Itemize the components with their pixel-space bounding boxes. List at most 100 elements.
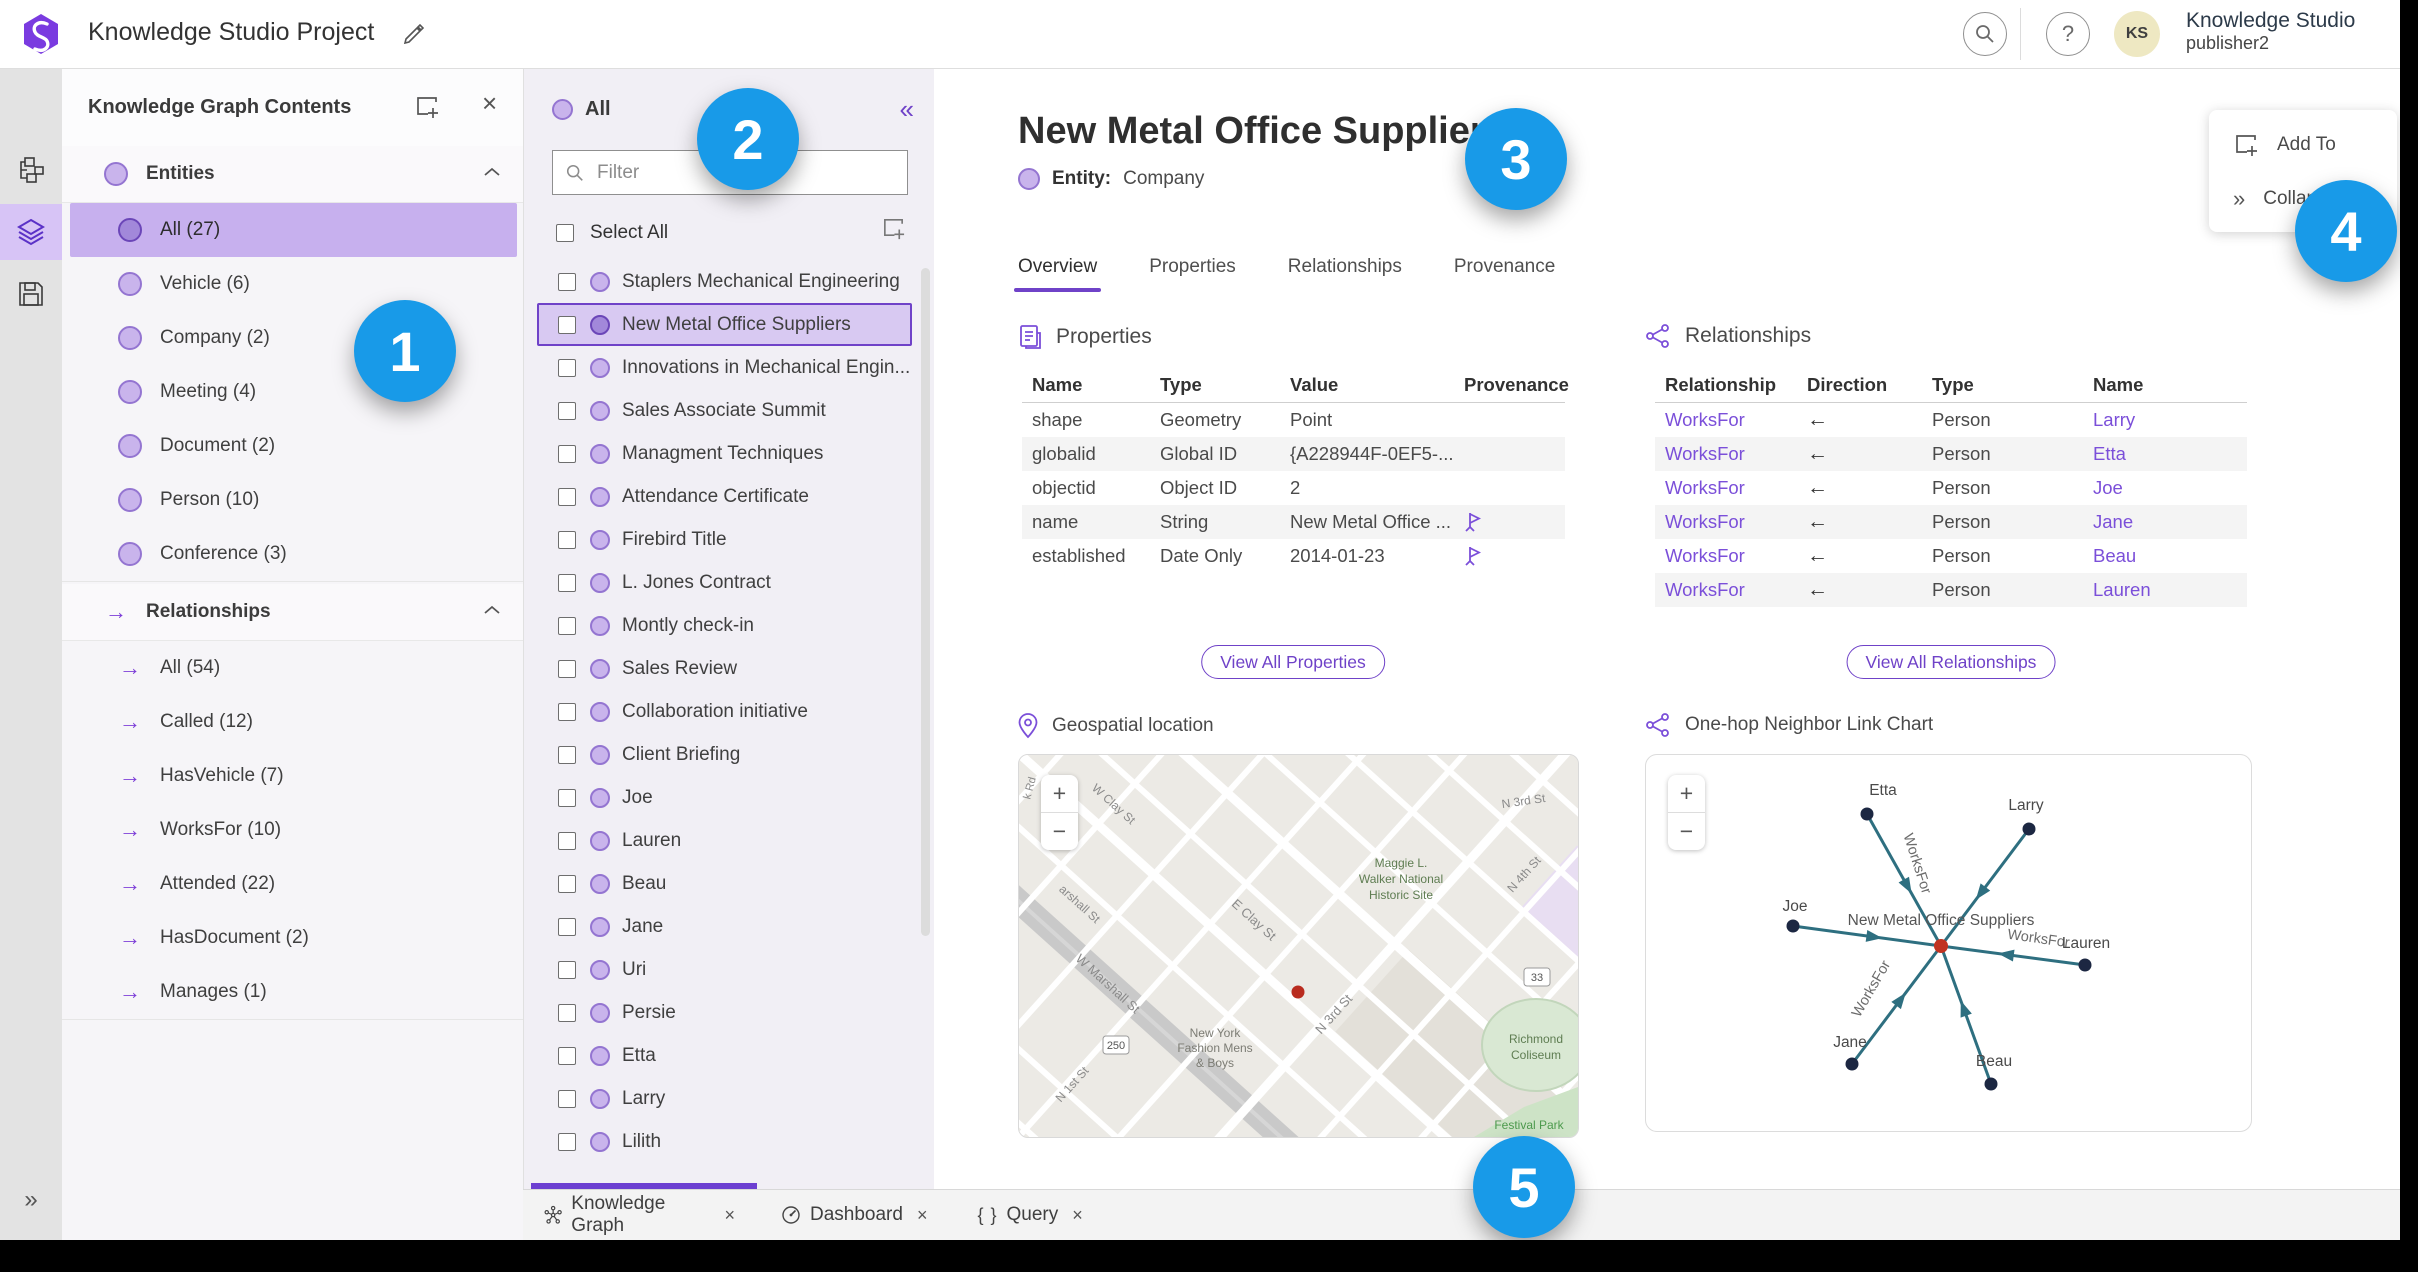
entities-section-header[interactable]: Entities xyxy=(62,146,523,203)
item-checkbox[interactable] xyxy=(558,272,576,291)
item-checkbox[interactable] xyxy=(558,874,576,893)
entities-list-item[interactable]: Document (2) xyxy=(70,419,517,473)
relationships-list-item[interactable]: → Called (12) xyxy=(70,695,517,749)
list-item[interactable]: Lilith xyxy=(537,1120,912,1163)
list-item[interactable]: Etta xyxy=(537,1034,912,1077)
tab-dashboard[interactable]: Dashboard × xyxy=(767,1190,941,1240)
item-checkbox[interactable] xyxy=(558,917,576,936)
list-item[interactable]: Staplers Mechanical Engineering xyxy=(537,260,912,303)
list-item[interactable]: Lauren xyxy=(537,819,912,862)
save-tool-button[interactable] xyxy=(0,266,62,322)
close-panel-button[interactable]: × xyxy=(482,88,497,119)
zoom-out-button[interactable]: − xyxy=(1668,813,1705,850)
entities-list-item[interactable]: All (27) xyxy=(70,203,517,257)
one-hop-link-chart[interactable]: WorksFor WorksFor WorksFor Etta Larry Joe Laur… xyxy=(1645,754,2252,1132)
hierarchy-tool-button[interactable] xyxy=(0,142,62,198)
add-selection-button[interactable] xyxy=(881,216,906,241)
close-tab-icon[interactable]: × xyxy=(724,1205,735,1226)
list-scrollbar[interactable] xyxy=(921,268,930,936)
item-checkbox[interactable] xyxy=(558,745,576,764)
list-item[interactable]: L. Jones Contract xyxy=(537,561,912,604)
item-checkbox[interactable] xyxy=(558,1046,576,1065)
item-checkbox[interactable] xyxy=(558,530,576,549)
item-checkbox[interactable] xyxy=(558,315,576,334)
select-all-row[interactable]: Select All xyxy=(556,218,668,248)
relationship-link[interactable]: WorksFor xyxy=(1655,443,1797,465)
item-checkbox[interactable] xyxy=(558,573,576,592)
item-checkbox[interactable] xyxy=(558,788,576,807)
add-content-button[interactable] xyxy=(414,94,440,120)
list-item[interactable]: Sales Review xyxy=(537,647,912,690)
item-checkbox[interactable] xyxy=(558,1132,576,1151)
chart-node[interactable] xyxy=(1786,919,1800,933)
relationships-list-item[interactable]: → Attended (22) xyxy=(70,857,517,911)
item-checkbox[interactable] xyxy=(558,1003,576,1022)
relationships-list-item[interactable]: → Manages (1) xyxy=(70,965,517,1019)
relationships-list-item[interactable]: → WorksFor (10) xyxy=(70,803,517,857)
relationship-link[interactable]: WorksFor xyxy=(1655,409,1797,431)
chart-center-node[interactable] xyxy=(1934,939,1948,953)
item-checkbox[interactable] xyxy=(558,960,576,979)
close-tab-icon[interactable]: × xyxy=(917,1205,928,1226)
relationships-list-item[interactable]: → HasVehicle (7) xyxy=(70,749,517,803)
item-checkbox[interactable] xyxy=(558,831,576,850)
entity-link[interactable]: Lauren xyxy=(2083,579,2247,601)
item-checkbox[interactable] xyxy=(558,487,576,506)
item-checkbox[interactable] xyxy=(558,444,576,463)
list-item[interactable]: Uri xyxy=(537,948,912,991)
entity-link[interactable]: Joe xyxy=(2083,477,2247,499)
item-checkbox[interactable] xyxy=(558,702,576,721)
list-item[interactable]: Sales Associate Summit xyxy=(537,389,912,432)
entities-list-item[interactable]: Vehicle (6) xyxy=(70,257,517,311)
list-item[interactable]: Montly check-in xyxy=(537,604,912,647)
list-item[interactable]: Innovations in Mechanical Engin... xyxy=(537,346,912,389)
list-item[interactable]: Firebird Title xyxy=(537,518,912,561)
list-item[interactable]: New Metal Office Suppliers xyxy=(537,303,912,346)
relationship-link[interactable]: WorksFor xyxy=(1655,511,1797,533)
item-checkbox[interactable] xyxy=(558,659,576,678)
help-button[interactable]: ? xyxy=(2046,12,2090,56)
item-checkbox[interactable] xyxy=(558,401,576,420)
relationship-link[interactable]: WorksFor xyxy=(1655,477,1797,499)
close-tab-icon[interactable]: × xyxy=(1072,1205,1083,1226)
tab-overview[interactable]: Overview xyxy=(1013,256,1102,292)
user-avatar[interactable]: KS xyxy=(2114,11,2160,57)
chart-node[interactable] xyxy=(2022,822,2036,836)
tab-knowledge-graph[interactable]: Knowledge Graph × xyxy=(523,1190,749,1240)
view-all-properties-button[interactable]: View All Properties xyxy=(1201,645,1385,679)
item-checkbox[interactable] xyxy=(558,1089,576,1108)
list-item[interactable]: Collaboration initiative xyxy=(537,690,912,733)
list-item[interactable]: Managment Techniques xyxy=(537,432,912,475)
list-item[interactable]: Beau xyxy=(537,862,912,905)
list-item[interactable]: Attendance Certificate xyxy=(537,475,912,518)
search-button[interactable] xyxy=(1963,12,2007,56)
chart-node[interactable] xyxy=(2078,958,2092,972)
item-checkbox[interactable] xyxy=(558,358,576,377)
entity-link[interactable]: Etta xyxy=(2083,443,2247,465)
expand-rail-button[interactable]: » xyxy=(0,1180,62,1220)
list-item[interactable]: Joe xyxy=(537,776,912,819)
relationships-list-item[interactable]: → HasDocument (2) xyxy=(70,911,517,965)
chart-node[interactable] xyxy=(1984,1077,1998,1091)
relationship-link[interactable]: WorksFor xyxy=(1655,579,1797,601)
relationships-section-header[interactable]: → Relationships xyxy=(62,584,523,641)
view-all-relationships-button[interactable]: View All Relationships xyxy=(1846,645,2056,679)
tab-provenance[interactable]: Provenance xyxy=(1454,256,1555,292)
zoom-in-button[interactable]: + xyxy=(1041,775,1078,813)
chart-node[interactable] xyxy=(1845,1057,1859,1071)
relationships-list-item[interactable]: → All (54) xyxy=(70,641,517,695)
chart-node[interactable] xyxy=(1860,807,1874,821)
entity-link[interactable]: Jane xyxy=(2083,511,2247,533)
relationship-link[interactable]: WorksFor xyxy=(1655,545,1797,567)
select-all-checkbox[interactable] xyxy=(556,224,574,242)
collapse-panel-button[interactable]: « xyxy=(900,94,914,125)
item-checkbox[interactable] xyxy=(558,616,576,635)
entities-list-item[interactable]: Person (10) xyxy=(70,473,517,527)
layers-tool-button[interactable] xyxy=(0,204,62,260)
tab-query[interactable]: { } Query × xyxy=(963,1190,1096,1240)
tab-relationships[interactable]: Relationships xyxy=(1288,256,1402,292)
entity-link[interactable]: Larry xyxy=(2083,409,2247,431)
edit-title-icon[interactable] xyxy=(402,20,426,44)
list-item[interactable]: Persie xyxy=(537,991,912,1034)
entity-link[interactable]: Beau xyxy=(2083,545,2247,567)
